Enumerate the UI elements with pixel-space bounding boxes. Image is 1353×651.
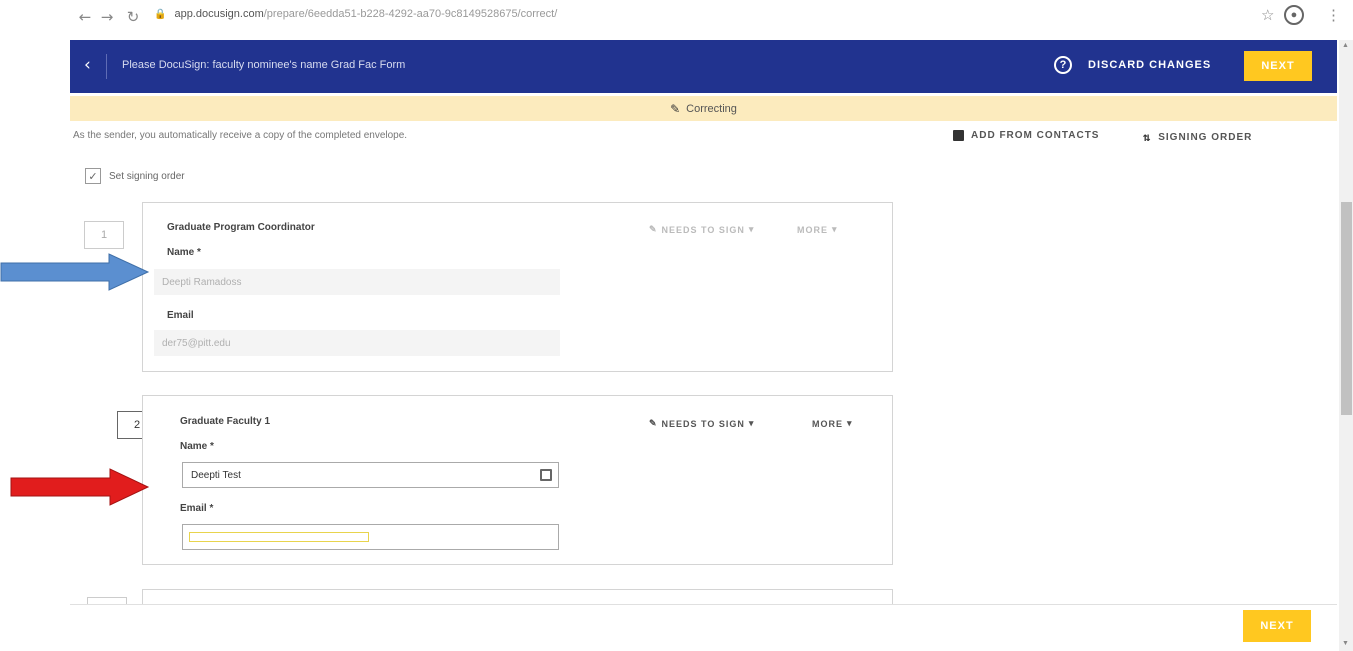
red-arrow-annotation [10,468,150,506]
lock-icon: 🔒 [154,8,167,20]
chevron-down-icon: ▾ [748,418,755,428]
name-label: Name * [167,247,201,258]
footer-divider [70,604,1337,605]
email-label: Email [167,310,194,321]
scroll-up-icon[interactable]: ▲ [1342,42,1349,49]
email-field[interactable] [182,524,559,550]
contacts-icon [953,130,964,141]
needs-to-sign-label: NEEDS TO SIGN [661,224,745,235]
autofill-highlight [189,532,369,542]
set-signing-order-label: Set signing order [109,170,185,182]
header-divider [106,54,107,79]
envelope-title: Please DocuSign: faculty nominee's name … [122,59,406,71]
blue-arrow-annotation [0,253,150,291]
signing-order-label: SIGNING ORDER [1158,131,1253,143]
recipient-card: Graduate Faculty 1 ✎ NEEDS TO SIGN ▾ MOR… [142,395,893,565]
chevron-down-icon: ▾ [748,224,755,234]
recipient-role: Graduate Program Coordinator [167,222,315,233]
pen-icon: ✎ [649,224,658,234]
url-host: app.docusign.com [174,8,264,20]
name-field[interactable]: Deepti Ramadoss [154,269,560,295]
forward-arrow-icon[interactable]: → [96,6,118,28]
needs-to-sign-dropdown[interactable]: ✎ NEEDS TO SIGN ▾ [649,418,754,429]
envelope-header: ‹ Please DocuSign: faculty nominee's nam… [70,40,1337,93]
email-field[interactable]: der75@pitt.edu [154,330,560,356]
name-field[interactable]: Deepti Test [182,462,559,488]
more-dropdown[interactable]: MORE ▾ [812,418,853,429]
signing-order-icon: ⇅ [1143,130,1152,144]
banner-label: Correcting [686,102,737,115]
recipient-order-input[interactable]: 1 [84,221,124,249]
needs-to-sign-label: NEEDS TO SIGN [661,418,745,429]
name-field-value: Deepti Test [191,469,241,481]
more-dropdown[interactable]: MORE ▾ [797,224,838,235]
scroll-down-icon[interactable]: ▼ [1342,640,1349,647]
set-signing-order-option[interactable]: ✓ Set signing order [85,168,185,184]
recipient-role: Graduate Faculty 1 [180,416,271,427]
correcting-banner: ✎ Correcting [70,96,1337,121]
more-label: MORE [812,418,843,429]
kebab-menu-icon[interactable]: ⋮ [1326,6,1341,24]
add-from-contacts-button[interactable]: ADD FROM CONTACTS [953,130,1099,141]
next-button-bottom[interactable]: NEXT [1243,610,1311,642]
address-bar[interactable]: 🔒 app.docusign.com/prepare/6eedda51-b228… [154,8,557,20]
browser-toolbar: ← → ↻ 🔒 app.docusign.com/prepare/6eedda5… [0,0,1353,34]
signing-order-button[interactable]: ⇅ SIGNING ORDER [1143,130,1252,144]
add-from-contacts-label: ADD FROM CONTACTS [971,130,1100,141]
recipient-card: Graduate Program Coordinator ✎ NEEDS TO … [142,202,893,372]
scrollbar-thumb[interactable] [1341,202,1352,415]
pencil-icon: ✎ [670,101,681,116]
chevron-left-icon[interactable]: ‹ [84,55,91,75]
more-label: MORE [797,224,828,235]
contact-card-icon[interactable] [540,469,552,481]
sender-note: As the sender, you automatically receive… [73,130,408,141]
pen-icon: ✎ [649,418,658,428]
chevron-down-icon: ▾ [832,224,838,234]
discard-changes-button[interactable]: DISCARD CHANGES [1088,59,1211,71]
reload-icon[interactable]: ↻ [122,6,144,28]
url-path: /prepare/6eedda51-b228-4292-aa70-9c81495… [263,8,558,20]
name-label: Name * [180,441,214,452]
email-label: Email * [180,503,214,514]
profile-icon[interactable]: ● [1284,5,1304,25]
help-icon[interactable]: ? [1054,56,1072,74]
needs-to-sign-dropdown[interactable]: ✎ NEEDS TO SIGN ▾ [649,224,754,235]
star-icon[interactable]: ☆ [1261,6,1274,24]
next-button-top[interactable]: NEXT [1244,51,1312,81]
set-signing-order-checkbox[interactable]: ✓ [85,168,101,184]
back-arrow-icon[interactable]: ← [74,6,96,28]
chevron-down-icon: ▾ [847,418,853,428]
recipient-card [142,589,893,605]
